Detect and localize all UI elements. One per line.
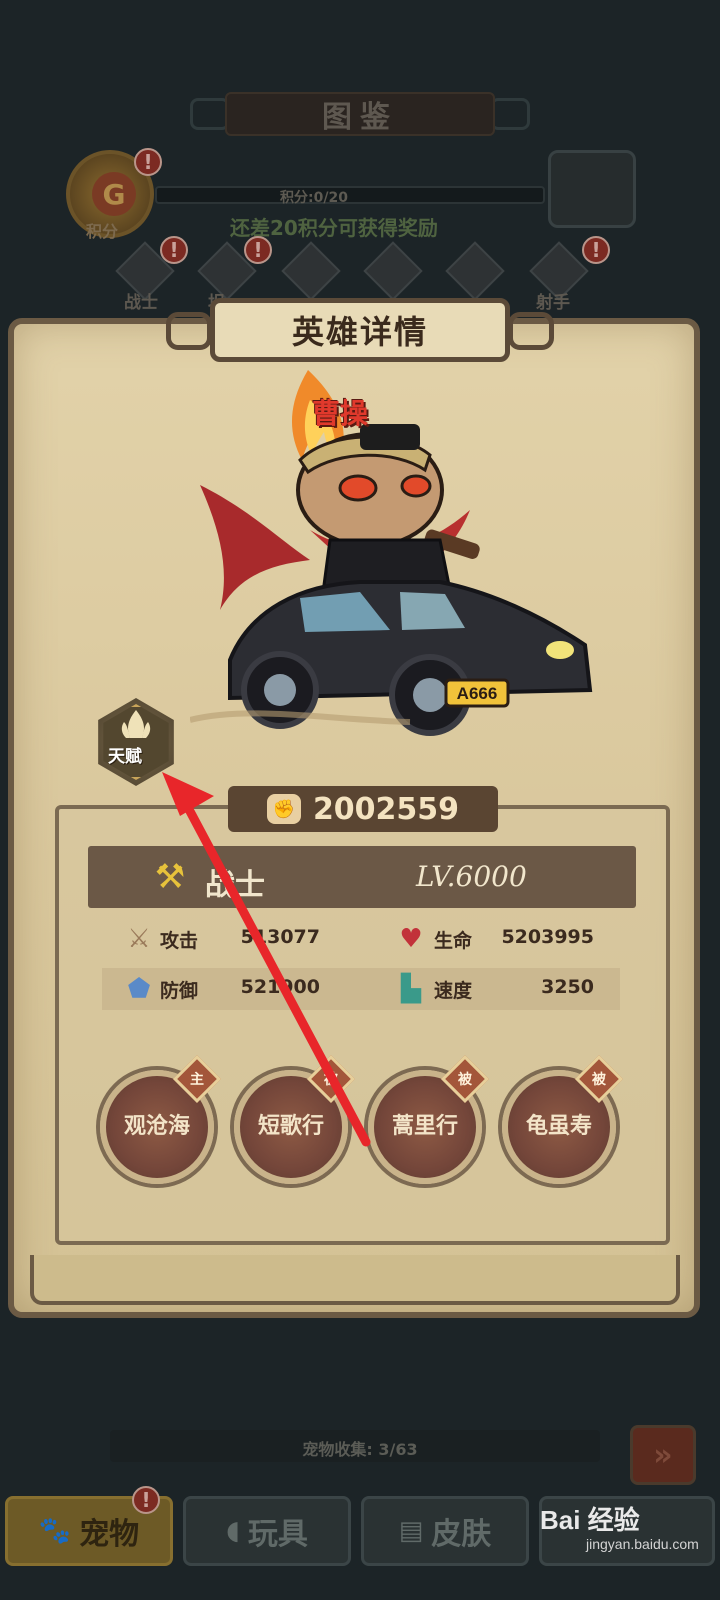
- class-tab-assassin[interactable]: [280, 241, 342, 301]
- axe-icon: ⚒: [154, 857, 186, 897]
- collection-title-banner: 图鉴: [225, 92, 495, 136]
- sword-icon: ⚔: [127, 924, 151, 954]
- alert-badge-icon: !: [582, 236, 610, 264]
- skill-name: 观沧海: [123, 1114, 190, 1139]
- class-tab-support[interactable]: [444, 241, 506, 301]
- class-tab-label: 射手: [536, 293, 570, 313]
- score-progress-text: 积分:0/20: [280, 190, 348, 206]
- tab-toys[interactable]: ◖ 玩具: [183, 1496, 351, 1566]
- pet-collection-count: 宠物收集: 3/63: [302, 1440, 418, 1459]
- banner-ornament-right: [490, 98, 530, 130]
- score-progress-bar: [155, 186, 545, 204]
- skill-tag-text: 被: [324, 1072, 338, 1088]
- sunglasses-shape: [360, 424, 420, 450]
- modal-title: 英雄详情: [291, 313, 428, 351]
- panel-bottom-rim: [30, 1255, 680, 1305]
- alert-badge-icon: !: [244, 236, 272, 264]
- combat-power-value: 2002559: [312, 791, 460, 827]
- tab-toys-label: 玩具: [247, 1517, 308, 1552]
- defense-value: 521900: [240, 976, 320, 998]
- alert-badge-icon: !: [134, 148, 162, 176]
- score-label: 积分: [86, 222, 119, 241]
- license-plate-text: A666: [457, 684, 498, 703]
- banner-ornament-left: [190, 98, 230, 130]
- cape-left-shape: [200, 485, 310, 610]
- speed-value: 3250: [541, 976, 594, 998]
- speed-label: 速度: [434, 980, 473, 1002]
- defense-label: 防御: [160, 980, 199, 1002]
- hero-name: 曹操: [312, 397, 369, 430]
- hero-eye-right: [400, 474, 432, 498]
- alert-badge-icon: !: [160, 236, 188, 264]
- hero-level: LV.6000: [416, 860, 527, 893]
- title-ornament-left: [166, 312, 212, 350]
- attack-label: 攻击: [160, 930, 199, 952]
- car-hub-right: [413, 678, 447, 712]
- boot-icon: ▙: [401, 974, 421, 1004]
- collection-title: 图鉴: [322, 100, 398, 135]
- talent-label: 天赋: [108, 747, 142, 767]
- baidu-watermark: Bai 经验: [540, 1505, 640, 1535]
- combat-power-plate: ✊ 2002559: [228, 786, 498, 832]
- hp-value: 5203995: [501, 926, 594, 948]
- car-hub-left: [264, 674, 296, 706]
- attack-value: 513077: [240, 926, 320, 948]
- hero-eye-left: [338, 474, 378, 502]
- scroll-icon: ▤: [398, 1516, 424, 1546]
- fist-icon: ✊: [266, 794, 301, 824]
- tab-pets-label: 宠物: [79, 1517, 140, 1552]
- skill-tag-text: 主: [190, 1072, 204, 1088]
- hero-illustration: A666: [190, 370, 593, 736]
- baidu-watermark-url: jingyan.baidu.com: [586, 1536, 699, 1552]
- title-ornament-right: [508, 312, 554, 350]
- alert-badge-icon: !: [132, 1486, 160, 1514]
- hp-label: 生命: [434, 930, 473, 952]
- car-headlight: [546, 641, 574, 659]
- skill-name: 蒿里行: [391, 1114, 458, 1139]
- shield-icon: ⬟: [127, 974, 151, 1004]
- tab-skins[interactable]: ▤ 皮肤: [361, 1496, 529, 1566]
- hero-class-name: 战士: [205, 868, 265, 903]
- flame-icon: [121, 710, 151, 738]
- class-tab-label: 战士: [124, 293, 158, 313]
- fast-forward-button[interactable]: »: [630, 1425, 696, 1485]
- modal-title-plate: 英雄详情: [210, 298, 510, 362]
- duck-icon: ◖: [226, 1516, 240, 1546]
- paw-icon: 🐾: [38, 1516, 72, 1546]
- skill-name: 短歌行: [257, 1114, 324, 1139]
- class-tab-mage[interactable]: [362, 241, 424, 301]
- skill-tag-text: 被: [458, 1072, 472, 1088]
- skill-tag-text: 被: [592, 1072, 606, 1088]
- heart-icon: ♥: [399, 924, 423, 954]
- skill-name: 龟虽寿: [525, 1114, 592, 1139]
- tab-skins-label: 皮肤: [431, 1517, 492, 1552]
- reward-chest-icon[interactable]: [548, 150, 636, 228]
